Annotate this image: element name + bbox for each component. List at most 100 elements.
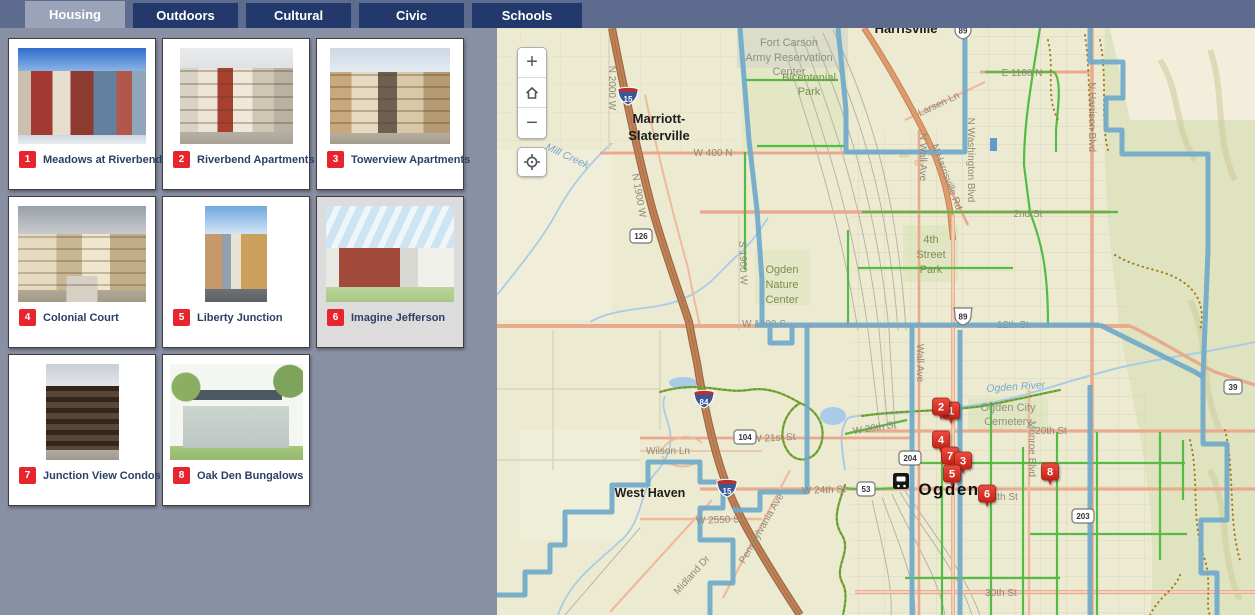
svg-text:W 21st St: W 21st St xyxy=(752,432,796,445)
svg-text:S 1900 W: S 1900 W xyxy=(736,241,749,286)
tab-civic[interactable]: Civic xyxy=(359,3,464,28)
tab-cultural[interactable]: Cultural xyxy=(246,3,351,28)
listing-photo-5 xyxy=(205,206,267,302)
svg-text:Fort Carson: Fort Carson xyxy=(760,37,818,49)
svg-text:6: 6 xyxy=(984,489,990,501)
zoom-out-button[interactable]: − xyxy=(518,108,546,138)
svg-text:89: 89 xyxy=(959,28,968,36)
listing-badge-2: 2 xyxy=(173,151,190,168)
svg-text:Cemetery: Cemetery xyxy=(984,416,1032,428)
svg-text:4th: 4th xyxy=(923,234,938,246)
svg-text:Wilson Ln: Wilson Ln xyxy=(646,446,690,457)
tab-outdoors[interactable]: Outdoors xyxy=(133,3,238,28)
svg-text:2nd St: 2nd St xyxy=(1014,209,1043,220)
svg-text:Ogden: Ogden xyxy=(918,480,979,499)
home-button[interactable] xyxy=(518,78,546,108)
svg-text:15: 15 xyxy=(723,487,732,496)
listing-badge-1: 1 xyxy=(19,151,36,168)
svg-text:W 400 N: W 400 N xyxy=(694,148,733,159)
home-icon xyxy=(524,85,540,101)
shield-sr53: 53 xyxy=(857,482,875,496)
svg-text:Monroe Blvd: Monroe Blvd xyxy=(1026,421,1037,477)
tab-bar: Housing Outdoors Cultural Civic Schools xyxy=(0,0,1255,28)
svg-text:W 2550 S: W 2550 S xyxy=(696,514,741,527)
listing-title-5: Liberty Junction xyxy=(197,312,283,324)
shield-sr39: 39 xyxy=(1224,380,1242,394)
shield-sr204: 204 xyxy=(899,451,921,465)
tab-schools[interactable]: Schools xyxy=(472,3,582,28)
svg-text:84: 84 xyxy=(700,398,709,407)
listing-card-4[interactable]: 4 Colonial Court xyxy=(8,196,156,348)
svg-text:Nature: Nature xyxy=(765,279,798,291)
svg-text:Ogden City: Ogden City xyxy=(980,402,1036,414)
listing-photo-2 xyxy=(180,48,293,144)
svg-text:53: 53 xyxy=(862,485,871,494)
svg-text:Street: Street xyxy=(916,249,945,261)
svg-text:Park: Park xyxy=(920,264,943,276)
listing-title-1: Meadows at Riverbend xyxy=(43,154,162,166)
listing-card-8[interactable]: 8 Oak Den Bungalows xyxy=(162,354,310,506)
svg-text:3: 3 xyxy=(960,456,966,468)
svg-text:West Haven: West Haven xyxy=(615,486,686,500)
svg-text:7: 7 xyxy=(947,451,953,463)
shield-sr203: 203 xyxy=(1072,509,1094,523)
svg-text:N Wall Ave: N Wall Ave xyxy=(917,133,928,182)
listing-title-2: Riverbend Apartments xyxy=(197,154,315,166)
listing-title-6: Imagine Jefferson xyxy=(351,312,445,324)
svg-text:Marriott-: Marriott- xyxy=(633,111,686,126)
svg-text:Wall Ave: Wall Ave xyxy=(914,344,925,383)
listing-photo-8 xyxy=(170,364,303,460)
listing-title-3: Towerview Apartments xyxy=(351,154,470,166)
svg-text:126: 126 xyxy=(634,232,648,241)
svg-text:15: 15 xyxy=(624,95,633,104)
shield-sr126: 126 xyxy=(630,229,652,243)
zoom-in-button[interactable]: + xyxy=(518,48,546,78)
svg-text:5: 5 xyxy=(949,469,955,481)
svg-text:Ogden: Ogden xyxy=(765,264,798,276)
svg-text:203: 203 xyxy=(1076,512,1090,521)
listing-photo-1 xyxy=(18,48,146,144)
listings-panel: 1Meadows at Riverbend 2Riverbend Apartme… xyxy=(0,28,497,615)
listing-badge-5: 5 xyxy=(173,309,190,326)
tab-housing[interactable]: Housing xyxy=(25,1,125,28)
listing-badge-8: 8 xyxy=(173,467,190,484)
listing-photo-4 xyxy=(18,206,146,302)
listing-photo-7 xyxy=(46,364,119,460)
map-canvas[interactable]: W 1200 S 12th St xyxy=(497,28,1255,615)
svg-text:Bicentenial: Bicentenial xyxy=(782,72,836,84)
svg-text:Army Reservation: Army Reservation xyxy=(745,52,832,64)
svg-text:104: 104 xyxy=(738,433,752,442)
listing-card-6[interactable]: 6 Imagine Jefferson xyxy=(316,196,464,348)
svg-text:89: 89 xyxy=(959,313,968,322)
listing-card-5[interactable]: 5 Liberty Junction xyxy=(162,196,310,348)
svg-text:Center: Center xyxy=(765,294,798,306)
svg-text:N 2000 W: N 2000 W xyxy=(606,66,617,111)
map-terrain xyxy=(497,28,1255,615)
map-svg: W 1200 S 12th St xyxy=(497,28,1255,615)
listing-card-1[interactable]: 1Meadows at Riverbend xyxy=(8,38,156,190)
listing-title-4: Colonial Court xyxy=(43,312,119,324)
listing-badge-4: 4 xyxy=(19,309,36,326)
map-zoom-controls: + − xyxy=(517,47,547,139)
locate-button[interactable] xyxy=(517,147,547,177)
listing-card-2[interactable]: 2Riverbend Apartments xyxy=(162,38,310,190)
svg-text:20th St: 20th St xyxy=(1035,426,1067,437)
svg-text:39: 39 xyxy=(1229,383,1238,392)
svg-text:E 1100 N: E 1100 N xyxy=(1002,68,1043,79)
bus-station-icon[interactable] xyxy=(893,473,909,489)
svg-text:204: 204 xyxy=(903,454,917,463)
listings-grid: 1Meadows at Riverbend 2Riverbend Apartme… xyxy=(8,38,489,506)
listing-title-7: Junction View Condos xyxy=(43,470,161,482)
svg-text:4: 4 xyxy=(938,435,945,447)
listing-title-8: Oak Den Bungalows xyxy=(197,470,303,482)
svg-text:8: 8 xyxy=(1047,467,1053,479)
listing-photo-3 xyxy=(330,48,450,144)
shield-sr104: 104 xyxy=(734,430,756,444)
listing-photo-6 xyxy=(326,206,454,302)
listing-badge-7: 7 xyxy=(19,467,36,484)
listing-card-7[interactable]: 7Junction View Condos xyxy=(8,354,156,506)
listing-badge-3: 3 xyxy=(327,151,344,168)
listing-badge-6: 6 xyxy=(327,309,344,326)
listing-card-3[interactable]: 3Towerview Apartments xyxy=(316,38,464,190)
svg-text:Park: Park xyxy=(798,86,821,98)
